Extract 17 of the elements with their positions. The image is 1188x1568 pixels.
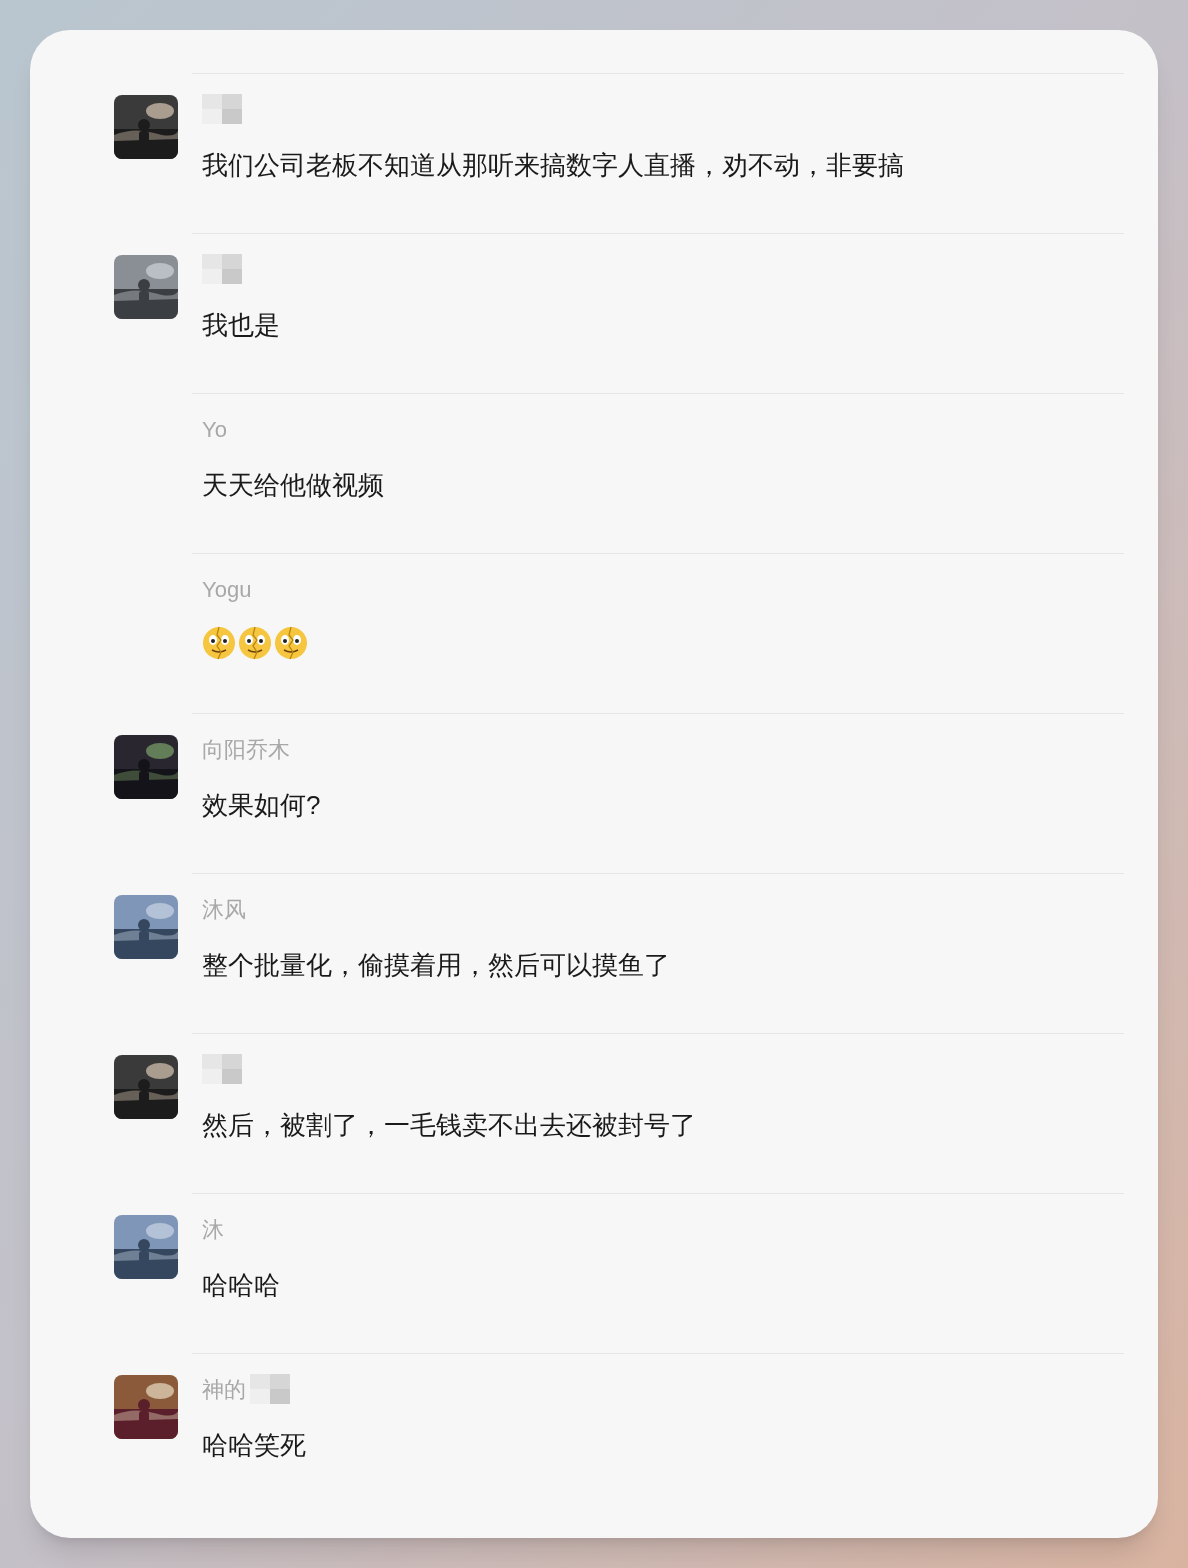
message-text: 我们公司老板不知道从那听来搞数字人直播，劝不动，非要搞 — [202, 150, 904, 180]
message-text: 天天给他做视频 — [202, 470, 384, 500]
sender-name: Yo — [202, 415, 227, 444]
sender-name: 沐 — [202, 1215, 224, 1244]
sender-name: 神的 — [202, 1375, 246, 1404]
message-text: 效果如何? — [202, 790, 321, 820]
sender-name: 沐风 — [202, 895, 246, 924]
message-text: 哈哈哈 — [202, 1270, 280, 1300]
cracked-face-icon — [202, 626, 236, 660]
message-text: 然后，被割了，一毛钱卖不出去还被封号了 — [202, 1110, 696, 1140]
cracked-face-icon — [274, 626, 308, 660]
sender-name: Yogu — [202, 575, 252, 604]
message-text: 整个批量化，偷摸着用，然后可以摸鱼了 — [202, 950, 670, 980]
sender-name: 向阳乔木 — [202, 735, 290, 764]
cracked-face-icon — [238, 626, 272, 660]
message-text: 哈哈笑死 — [202, 1430, 306, 1460]
message-text: 我也是 — [202, 310, 280, 340]
